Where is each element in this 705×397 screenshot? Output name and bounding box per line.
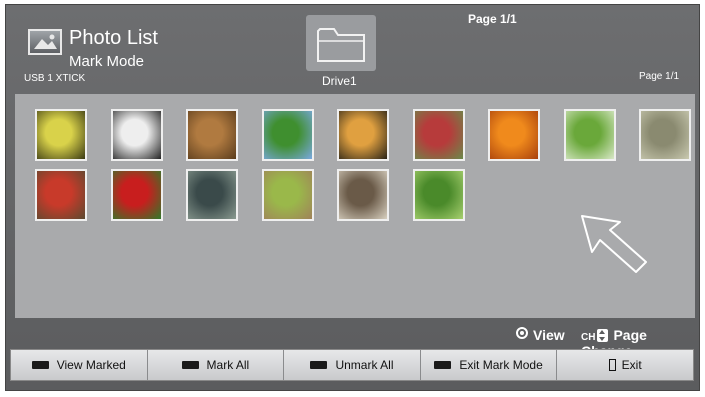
channel-up-down-icon: [597, 329, 609, 342]
folder-icon: [317, 28, 365, 62]
dandelion-photo[interactable]: [563, 109, 616, 161]
red-rose-photo[interactable]: [110, 169, 163, 221]
bamboo-photo[interactable]: [412, 169, 465, 221]
mark-all-button[interactable]: Mark All: [147, 350, 285, 380]
exit-button[interactable]: Exit: [557, 350, 693, 380]
exit-mark-mode-label: Exit Mark Mode: [459, 358, 543, 372]
mark-all-label: Mark All: [206, 358, 250, 372]
pointer-cursor-icon: [581, 215, 647, 273]
corridor-photo[interactable]: [186, 109, 238, 161]
pots-photo[interactable]: [639, 109, 691, 161]
ok-button-icon: [516, 327, 528, 339]
hint-row: View CHPage Change: [6, 321, 699, 359]
folder-button[interactable]: [306, 15, 376, 71]
color-key-icon: [434, 361, 452, 369]
photo-app-icon: [28, 29, 62, 55]
butterfly-photo[interactable]: [35, 109, 87, 161]
page-indicator-top: Page 1/1: [468, 12, 517, 26]
horse-riders-photo[interactable]: [110, 109, 163, 161]
view-hint-label: View: [533, 327, 565, 343]
button-bar: View Marked Mark All Unmark All Exit Mar…: [10, 349, 694, 381]
exit-mark-mode-button[interactable]: Exit Mark Mode: [420, 350, 558, 380]
berries-photo[interactable]: [35, 169, 87, 221]
header: Photo List Mark Mode USB 1 XTICK Drive1 …: [6, 5, 699, 93]
view-marked-button[interactable]: View Marked: [11, 350, 148, 380]
blue-flower-photo[interactable]: [261, 109, 314, 161]
view-marked-label: View Marked: [56, 358, 126, 372]
red-tree-photo[interactable]: [412, 109, 465, 161]
page-title: Photo List: [69, 27, 158, 49]
ch-label: CH: [581, 332, 596, 343]
exit-icon: [608, 359, 616, 371]
color-key-icon: [181, 361, 199, 369]
thumbnail-grid: [15, 94, 695, 318]
photo-list-screen: Photo List Mark Mode USB 1 XTICK Drive1 …: [5, 4, 700, 391]
color-key-icon: [31, 361, 49, 369]
folder-label: Drive1: [322, 74, 357, 88]
hallway-photo[interactable]: [337, 169, 389, 221]
unmark-all-button[interactable]: Unmark All: [284, 350, 421, 380]
mode-label: Mark Mode: [69, 53, 145, 70]
oranges-photo[interactable]: [488, 109, 540, 161]
usb-device-label: USB 1 XTICK: [24, 73, 86, 84]
view-hint: View: [516, 327, 565, 343]
bowl-photo[interactable]: [186, 169, 238, 221]
unmark-all-label: Unmark All: [335, 358, 394, 372]
sunset-photo[interactable]: [337, 109, 389, 161]
page-indicator: Page 1/1: [639, 71, 680, 82]
exit-label: Exit: [621, 358, 642, 372]
color-key-icon: [310, 361, 328, 369]
garden-path-photo[interactable]: [261, 169, 314, 221]
